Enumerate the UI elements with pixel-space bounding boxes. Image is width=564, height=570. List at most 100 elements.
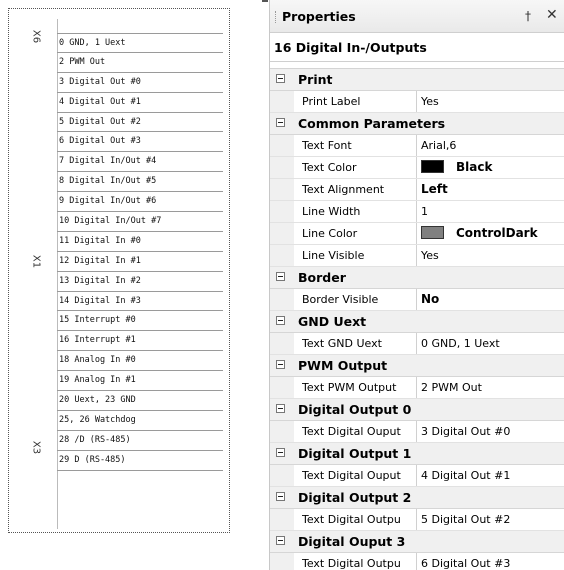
collapse-minus-icon[interactable] (276, 272, 285, 281)
collapse-minus-icon[interactable] (276, 448, 285, 457)
category-print[interactable]: Print (270, 69, 564, 91)
color-swatch (421, 226, 444, 239)
property-value[interactable]: ControlDark (416, 223, 564, 244)
property-name: Border Visible (302, 293, 379, 306)
pin-row: 29 D (RS-485) (57, 451, 223, 471)
property-name: Line Visible (302, 249, 365, 262)
property-name: Text PWM Output (302, 381, 397, 394)
property-value[interactable]: 4 Digital Out #1 (416, 465, 564, 486)
property-name: Text Digital Ouput (302, 469, 401, 482)
property-row[interactable]: Text Digital Ouput 3 Digital Out #0 (270, 421, 564, 443)
property-row[interactable]: Print Label Yes (270, 91, 564, 113)
pin-icon[interactable]: † (525, 9, 531, 23)
property-value[interactable]: 6 Digital Out #3 (416, 553, 564, 570)
drag-grip-icon[interactable] (275, 11, 278, 23)
property-row[interactable]: Text GND Uext 0 GND, 1 Uext (270, 333, 564, 355)
row-gutter (270, 509, 294, 530)
label-preview[interactable]: X6 X1 X3 0 GND, 1 Uext 2 PWM Out 3 Digital… (8, 8, 230, 533)
category-label: Print (298, 72, 333, 87)
pin-row: 10 Digital In/Out #7 (57, 212, 223, 232)
row-gutter (270, 157, 294, 178)
row-gutter (270, 201, 294, 222)
property-name: Text Font (302, 139, 352, 152)
category-border[interactable]: Border (270, 267, 564, 289)
property-value[interactable]: Left (416, 179, 564, 200)
property-row[interactable]: Text Alignment Left (270, 179, 564, 201)
pin-row: 28 /D (RS-485) (57, 431, 223, 451)
row-gutter (270, 91, 294, 112)
property-value-text: Black (456, 160, 493, 174)
property-row[interactable]: Text Digital Outpu 5 Digital Out #2 (270, 509, 564, 531)
close-icon[interactable]: ✕ (546, 7, 558, 23)
category-digital-ouput-3[interactable]: Digital Ouput 3 (270, 531, 564, 553)
collapse-minus-icon[interactable] (276, 536, 285, 545)
pin-list: 0 GND, 1 Uext 2 PWM Out 3 Digital Out #0 4 … (57, 33, 223, 471)
collapse-minus-icon[interactable] (276, 360, 285, 369)
row-gutter (270, 553, 294, 570)
property-row[interactable]: Line Color ControlDark (270, 223, 564, 245)
color-swatch (421, 160, 444, 173)
property-value[interactable]: 3 Digital Out #0 (416, 421, 564, 442)
pin-row: 18 Analog In #0 (57, 351, 223, 372)
pin-row: 13 Digital In #2 (57, 272, 223, 292)
row-gutter (270, 421, 294, 442)
property-row[interactable]: Text Digital Ouput 4 Digital Out #1 (270, 465, 564, 487)
pin-row: 5 Digital Out #2 (57, 113, 223, 133)
pin-row: 8 Digital In/Out #5 (57, 172, 223, 193)
pin-row: 19 Analog In #1 (57, 371, 223, 392)
collapse-minus-icon[interactable] (276, 74, 285, 83)
category-gnd-uext[interactable]: GND Uext (270, 311, 564, 333)
property-row[interactable]: Border Visible No (270, 289, 564, 311)
property-value[interactable]: Yes (416, 91, 564, 112)
property-row[interactable]: Text Digital Outpu 6 Digital Out #3 (270, 553, 564, 570)
property-value-text: 3 Digital Out #0 (421, 425, 511, 438)
property-row[interactable]: Line Visible Yes (270, 245, 564, 267)
collapse-minus-icon[interactable] (276, 316, 285, 325)
property-name: Print Label (302, 95, 361, 108)
property-name: Line Color (302, 227, 358, 240)
property-row[interactable]: Text PWM Output 2 PWM Out (270, 377, 564, 399)
category-common-parameters[interactable]: Common Parameters (270, 113, 564, 135)
property-grid: Print Print Label Yes Common Parameters Text… (270, 68, 564, 570)
property-value[interactable]: 1 (416, 201, 564, 222)
category-label: Digital Ouput 3 (298, 534, 406, 549)
object-selector[interactable]: 16 Digital In-/Outputs (270, 33, 564, 62)
property-value[interactable]: 5 Digital Out #2 (416, 509, 564, 530)
category-label: GND Uext (298, 314, 367, 329)
pin-row: 4 Digital Out #1 (57, 93, 223, 113)
property-value[interactable]: Black (416, 157, 564, 178)
row-gutter (270, 135, 294, 156)
collapse-minus-icon[interactable] (276, 118, 285, 127)
category-digital-output-0[interactable]: Digital Output 0 (270, 399, 564, 421)
property-value[interactable]: 0 GND, 1 Uext (416, 333, 564, 354)
pin-row: 20 Uext, 23 GND (57, 391, 223, 411)
pin-row: 9 Digital In/Out #6 (57, 192, 223, 213)
property-row[interactable]: Text Font Arial,6 (270, 135, 564, 157)
connector-x6-label: X6 (30, 29, 42, 44)
property-value[interactable]: No (416, 289, 564, 310)
property-value[interactable]: Yes (416, 245, 564, 266)
panel-title: Properties (282, 9, 356, 24)
category-label: Border (298, 270, 346, 285)
category-digital-output-1[interactable]: Digital Output 1 (270, 443, 564, 465)
property-value[interactable]: Arial,6 (416, 135, 564, 156)
collapse-minus-icon[interactable] (276, 492, 285, 501)
property-value-text: Yes (421, 95, 439, 108)
property-value-text: 0 GND, 1 Uext (421, 337, 500, 350)
property-name: Text Digital Ouput (302, 425, 401, 438)
row-gutter (270, 245, 294, 266)
category-pwm-output[interactable]: PWM Output (270, 355, 564, 377)
property-value[interactable]: 2 PWM Out (416, 377, 564, 398)
row-gutter (270, 377, 294, 398)
property-value-text: 4 Digital Out #1 (421, 469, 511, 482)
pin-row: 6 Digital Out #3 (57, 132, 223, 153)
panel-splitter[interactable] (262, 0, 268, 570)
category-digital-output-2[interactable]: Digital Output 2 (270, 487, 564, 509)
property-row[interactable]: Line Width 1 (270, 201, 564, 223)
properties-panel: Properties † ✕ 16 Digital In-/Outputs Pr… (269, 0, 564, 570)
pin-row: 0 GND, 1 Uext (57, 33, 223, 53)
pin-row: 11 Digital In #0 (57, 232, 223, 252)
property-row[interactable]: Text Color Black (270, 157, 564, 179)
property-value-text: Left (421, 182, 448, 196)
collapse-minus-icon[interactable] (276, 404, 285, 413)
